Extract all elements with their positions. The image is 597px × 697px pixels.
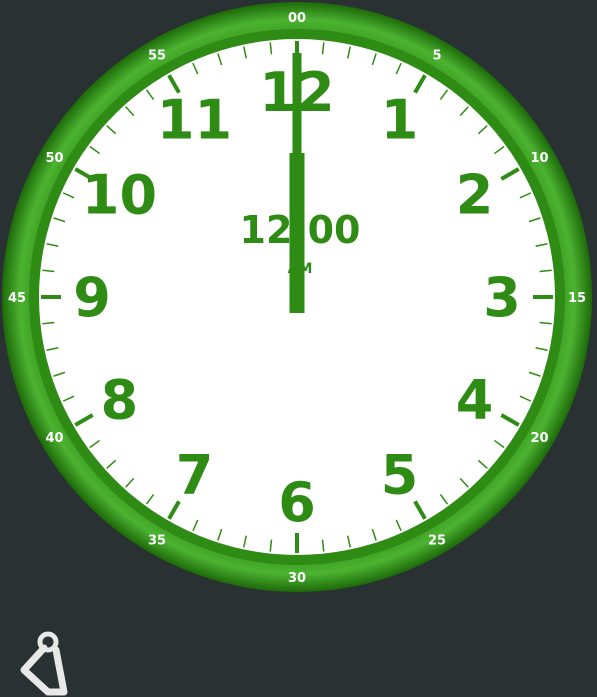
minute-label: 30 <box>288 571 306 586</box>
minute-label: 35 <box>148 533 166 548</box>
analog-clock: 00510152025303540455055 121234567891011 … <box>2 2 592 592</box>
hour-number: 10 <box>82 164 157 227</box>
minute-label: 40 <box>45 431 63 446</box>
hour-number: 3 <box>483 266 521 329</box>
minute-label: 5 <box>432 49 441 64</box>
pin-tool-svg <box>20 631 68 696</box>
hour-number: 11 <box>157 88 232 151</box>
minute-label: 55 <box>148 49 166 64</box>
minute-label: 25 <box>428 533 446 548</box>
minute-label: 20 <box>530 431 548 446</box>
clock-app: 00510152025303540455055 121234567891011 … <box>0 0 597 697</box>
hour-number: 2 <box>456 164 494 227</box>
pin-tool-icon[interactable] <box>18 628 70 696</box>
hour-number: 7 <box>176 444 214 507</box>
pin-body-icon <box>20 644 68 696</box>
pin-hole-icon <box>45 639 51 645</box>
minute-label: 50 <box>45 151 63 166</box>
hour-number: 5 <box>381 444 419 507</box>
hour-number: 6 <box>278 471 316 534</box>
minute-label: 45 <box>8 291 26 306</box>
minute-label: 15 <box>568 291 586 306</box>
minute-label: 00 <box>288 11 306 26</box>
hour-number: 8 <box>101 369 139 432</box>
hour-number: 1 <box>381 88 419 151</box>
minute-label: 10 <box>530 151 548 166</box>
hour-number: 9 <box>73 266 111 329</box>
hour-number: 4 <box>456 369 494 432</box>
